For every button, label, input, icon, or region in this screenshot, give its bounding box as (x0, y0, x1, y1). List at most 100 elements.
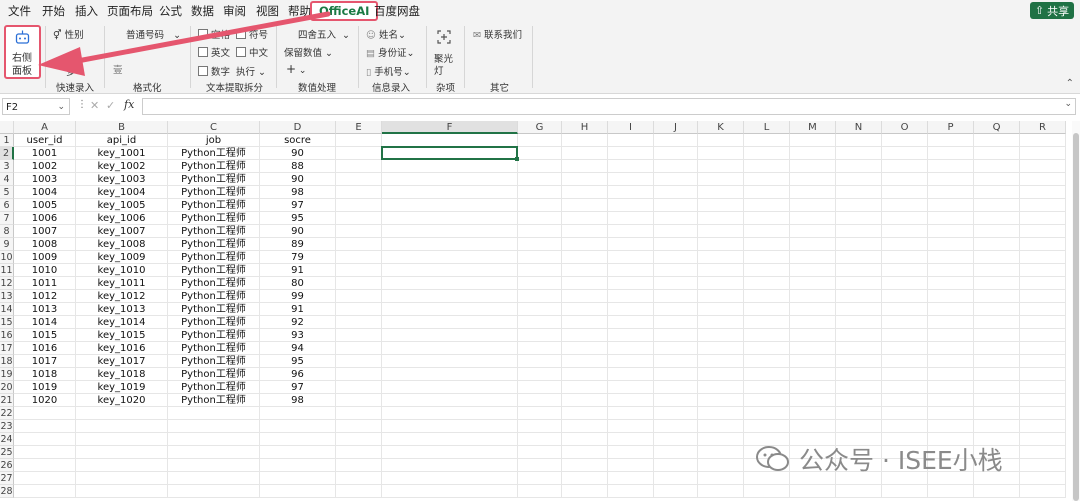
cell-empty[interactable] (928, 238, 974, 251)
cell-empty[interactable] (608, 316, 654, 329)
cell-empty[interactable] (562, 238, 608, 251)
cell-empty[interactable] (928, 381, 974, 394)
cell-empty[interactable] (562, 264, 608, 277)
cell-b-9[interactable]: key_1008 (76, 238, 168, 251)
cell-empty[interactable] (654, 394, 698, 407)
cell-empty[interactable] (928, 199, 974, 212)
format-icon[interactable]: 壹 (113, 62, 123, 76)
column-header[interactable]: G (518, 121, 562, 134)
cell-b-6[interactable]: key_1005 (76, 199, 168, 212)
cell-empty[interactable] (698, 316, 744, 329)
cell-empty[interactable] (698, 290, 744, 303)
row-header[interactable]: 18 (0, 355, 14, 368)
cell-empty[interactable] (1020, 264, 1066, 277)
cell-c-15[interactable]: Python工程师 (168, 316, 260, 329)
cell-empty[interactable] (562, 329, 608, 342)
cell-empty[interactable] (654, 277, 698, 290)
cell-empty[interactable] (1020, 303, 1066, 316)
cell-empty[interactable] (882, 381, 928, 394)
cell-empty[interactable] (698, 147, 744, 160)
cell-empty[interactable] (608, 472, 654, 485)
cell-empty[interactable] (76, 407, 168, 420)
cell-empty[interactable] (698, 446, 744, 459)
cell-empty[interactable] (744, 316, 790, 329)
row-header[interactable]: 28 (0, 485, 14, 498)
fx-icon[interactable]: fx (124, 98, 134, 111)
cell-empty[interactable] (790, 329, 836, 342)
cell-empty[interactable] (836, 420, 882, 433)
cell-empty[interactable] (518, 160, 562, 173)
cell-empty[interactable] (882, 303, 928, 316)
cell-empty[interactable] (974, 329, 1020, 342)
gender-button[interactable]: ⚥ 性别 (53, 27, 84, 41)
cell-empty[interactable] (790, 225, 836, 238)
cell-a-1[interactable]: user_id (14, 134, 76, 147)
cell-a-16[interactable]: 1015 (14, 329, 76, 342)
cell-empty[interactable] (518, 342, 562, 355)
cell-empty[interactable] (518, 485, 562, 498)
cell-empty[interactable] (744, 407, 790, 420)
cell-d-18[interactable]: 95 (260, 355, 336, 368)
cell-empty[interactable] (790, 368, 836, 381)
cell-empty[interactable] (882, 355, 928, 368)
menu-officeai[interactable]: OfficeAI (310, 1, 379, 21)
cell-empty[interactable] (1020, 277, 1066, 290)
cell-empty[interactable] (336, 381, 382, 394)
cell-empty[interactable] (382, 212, 518, 225)
cell-empty[interactable] (518, 147, 562, 160)
cell-c-4[interactable]: Python工程师 (168, 173, 260, 186)
cell-empty[interactable] (928, 329, 974, 342)
cell-empty[interactable] (518, 433, 562, 446)
cell-empty[interactable] (336, 407, 382, 420)
row-header[interactable]: 6 (0, 199, 14, 212)
cell-b-7[interactable]: key_1006 (76, 212, 168, 225)
cancel-icon[interactable]: ✕ (90, 99, 99, 112)
round-dropdown[interactable]: 四舍五入 ⌄ (298, 27, 350, 41)
cell-empty[interactable] (654, 316, 698, 329)
cell-d-10[interactable]: 79 (260, 251, 336, 264)
cell-c-19[interactable]: Python工程师 (168, 368, 260, 381)
cell-c-1[interactable]: job (168, 134, 260, 147)
cell-empty[interactable] (698, 173, 744, 186)
cell-empty[interactable] (974, 186, 1020, 199)
cell-empty[interactable] (608, 394, 654, 407)
formula-input[interactable]: ⌄ (142, 98, 1076, 115)
cell-empty[interactable] (790, 173, 836, 186)
cell-empty[interactable] (882, 407, 928, 420)
cell-empty[interactable] (744, 134, 790, 147)
cell-a-20[interactable]: 1019 (14, 381, 76, 394)
cell-b-16[interactable]: key_1015 (76, 329, 168, 342)
cell-c-3[interactable]: Python工程师 (168, 160, 260, 173)
cell-empty[interactable] (562, 173, 608, 186)
cell-a-6[interactable]: 1005 (14, 199, 76, 212)
cell-empty[interactable] (1020, 225, 1066, 238)
cell-empty[interactable] (336, 472, 382, 485)
cell-d-21[interactable]: 98 (260, 394, 336, 407)
spotlight-button[interactable]: 聚光 灯 (432, 28, 456, 77)
cell-empty[interactable] (882, 368, 928, 381)
cell-empty[interactable] (336, 459, 382, 472)
cell-empty[interactable] (608, 147, 654, 160)
cell-empty[interactable] (1020, 251, 1066, 264)
cell-empty[interactable] (928, 212, 974, 225)
cell-empty[interactable] (790, 186, 836, 199)
cell-empty[interactable] (654, 147, 698, 160)
cell-empty[interactable] (654, 160, 698, 173)
cell-empty[interactable] (790, 134, 836, 147)
cell-empty[interactable] (744, 173, 790, 186)
cell-empty[interactable] (562, 160, 608, 173)
cell-c-5[interactable]: Python工程师 (168, 186, 260, 199)
cell-empty[interactable] (654, 303, 698, 316)
cell-empty[interactable] (382, 342, 518, 355)
cell-b-18[interactable]: key_1017 (76, 355, 168, 368)
cell-empty[interactable] (654, 212, 698, 225)
cell-empty[interactable] (562, 147, 608, 160)
menu-data[interactable]: 数据 (191, 3, 214, 19)
column-header[interactable]: N (836, 121, 882, 134)
cell-empty[interactable] (562, 186, 608, 199)
cell-b-4[interactable]: key_1003 (76, 173, 168, 186)
cell-empty[interactable] (562, 407, 608, 420)
cell-empty[interactable] (382, 186, 518, 199)
cell-empty[interactable] (744, 186, 790, 199)
cell-empty[interactable] (654, 342, 698, 355)
